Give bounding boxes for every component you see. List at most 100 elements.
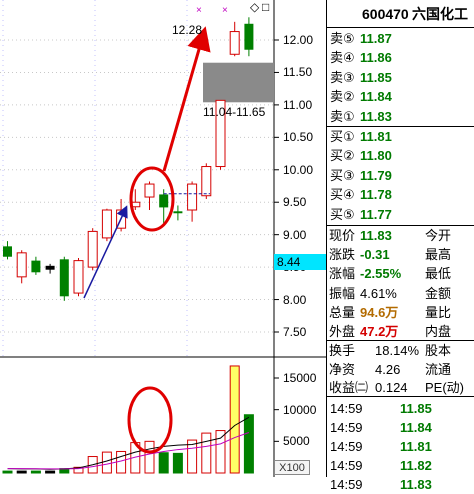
stat-label-right: 内盘 xyxy=(425,324,452,339)
stat-value: -0.31 xyxy=(360,247,390,263)
volume-bar xyxy=(101,451,112,474)
resistance-zone xyxy=(203,62,274,103)
stat-label-right: 最高 xyxy=(425,247,452,263)
red-arrow xyxy=(162,26,211,172)
volume-tick-label: 5000 xyxy=(283,434,310,449)
stat-label-right: 最低 xyxy=(425,266,452,282)
stat-label: 振幅 xyxy=(329,285,356,301)
bid-price: 11.81 xyxy=(360,129,392,144)
stat2-value: 18.14% xyxy=(375,343,420,358)
candle-body xyxy=(187,183,198,211)
price-tick-label: 11.50 xyxy=(283,65,313,80)
price-tick-label: 9.50 xyxy=(283,195,307,210)
volume-bar xyxy=(215,430,226,474)
candle-body xyxy=(201,166,212,197)
bid-label: 买③ xyxy=(330,167,355,183)
ask-price: 11.87 xyxy=(360,31,392,46)
svg-text:×: × xyxy=(222,5,228,16)
stat-label: 外盘 xyxy=(329,324,356,339)
stat2-value: 4.26 xyxy=(375,361,401,377)
ask-price: 11.84 xyxy=(360,89,392,105)
ask-label: 卖⑤ xyxy=(330,31,355,46)
price-tick-label: 11.00 xyxy=(283,97,313,112)
stat-value: 47.2万 xyxy=(360,324,399,339)
volume-bar xyxy=(201,432,212,474)
stock-name: 六国化工 xyxy=(412,6,468,22)
volume-bar xyxy=(158,452,169,474)
current-price-tag: 8.44 xyxy=(274,254,326,270)
tick-time: 14:59 xyxy=(330,401,363,416)
bid-label: 买④ xyxy=(330,187,355,203)
volume-bar xyxy=(45,470,56,474)
stat-label-right: 今开 xyxy=(425,228,452,243)
volume-bar xyxy=(2,470,13,474)
stat2-label-right: 流通 xyxy=(425,361,452,377)
candle-body xyxy=(45,265,55,270)
volume-bar xyxy=(16,470,27,474)
tick-price: 11.82 xyxy=(400,458,432,473)
ask-price: 11.86 xyxy=(360,50,392,66)
candle-body xyxy=(244,23,254,50)
candle-body xyxy=(101,209,112,239)
zone-range-label: 11.04-11.65 xyxy=(203,105,266,119)
tick-price: 11.85 xyxy=(400,401,432,416)
candle-body xyxy=(73,260,84,294)
bid-label: 买① xyxy=(330,129,355,144)
candle-body xyxy=(87,230,98,268)
ask-label: 卖④ xyxy=(330,50,355,66)
stat2-label-right: 股本 xyxy=(425,343,452,358)
tick-time: 14:59 xyxy=(330,439,363,454)
tick-time: 14:59 xyxy=(330,420,363,435)
max-price-label: 12.28 xyxy=(172,23,203,37)
stat2-value: 0.124 xyxy=(375,380,408,395)
stat-label: 总量 xyxy=(329,304,356,320)
volume-bar xyxy=(30,470,41,474)
bid-label: 买⑤ xyxy=(330,206,355,222)
stat-label-right: 量比 xyxy=(425,304,452,320)
stat2-label-right: PE(动) xyxy=(425,380,465,395)
ask-label: 卖② xyxy=(330,89,355,105)
stat-value: 94.6万 xyxy=(360,304,399,320)
stat2-label: 收益㈡ xyxy=(329,380,369,395)
stock-code: 600470 xyxy=(362,6,409,22)
tick-price: 11.83 xyxy=(400,477,432,492)
stat2-label: 净资 xyxy=(329,361,356,377)
tick-time: 14:59 xyxy=(330,477,363,492)
price-tick-label: 9.00 xyxy=(283,227,307,242)
candle-body xyxy=(3,246,12,257)
stat2-label: 换手 xyxy=(329,343,356,358)
stat-value: 4.61% xyxy=(360,285,397,301)
tick-price: 11.84 xyxy=(400,420,432,435)
candle-body xyxy=(159,194,169,208)
ask-label: 卖① xyxy=(330,108,355,124)
stat-label-right: 金额 xyxy=(425,285,452,301)
price-tick-label: 7.50 xyxy=(283,325,307,339)
diamond-icon[interactable]: ◇ xyxy=(250,0,259,14)
ask-label: 卖③ xyxy=(330,69,355,85)
bid-label: 买② xyxy=(330,148,355,164)
square-icon[interactable]: □ xyxy=(262,0,269,14)
bid-price: 11.78 xyxy=(360,187,392,203)
volume-bar xyxy=(172,452,183,474)
price-tick-label: 10.50 xyxy=(283,130,314,145)
stat-label: 涨跌 xyxy=(329,247,356,263)
volume-ma-line xyxy=(7,431,250,470)
stat-label: 现价 xyxy=(329,228,356,243)
volume-bar xyxy=(116,450,127,474)
stat-label: 涨幅 xyxy=(329,266,356,282)
ask-price: 11.85 xyxy=(360,69,392,85)
candle-body xyxy=(59,259,69,297)
volume-tick-label: 15000 xyxy=(283,371,317,385)
volume-bar xyxy=(229,365,240,474)
candle-body xyxy=(173,211,183,214)
candle-body xyxy=(229,31,240,55)
svg-text:×: × xyxy=(196,5,202,16)
volume-bar xyxy=(144,440,155,474)
volume-tick-label: 10000 xyxy=(283,402,317,417)
candle-body xyxy=(144,183,155,198)
stat-value: -2.55% xyxy=(360,266,402,282)
price-tick-label: 8.00 xyxy=(283,292,307,307)
tick-price: 11.81 xyxy=(400,439,432,454)
bid-price: 11.79 xyxy=(360,167,392,183)
volume-unit-button[interactable]: X100 xyxy=(274,460,310,475)
